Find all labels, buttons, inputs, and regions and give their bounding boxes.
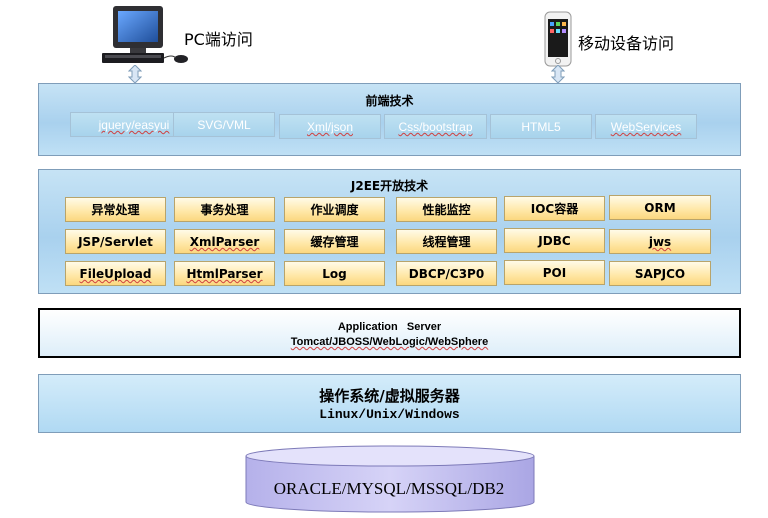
frontend-tech-svg-vml: SVG/VML xyxy=(173,112,275,137)
j2ee-fileupload: FileUpload xyxy=(65,261,166,286)
j2ee-layer: J2EE开放技术 异常处理 事务处理 作业调度 性能监控 IOC容器 ORM J… xyxy=(38,169,741,294)
j2ee-jdbc: JDBC xyxy=(504,228,605,253)
j2ee-exception-handling: 异常处理 xyxy=(65,197,166,222)
j2ee-ioc-container: IOC容器 xyxy=(504,196,605,221)
j2ee-log: Log xyxy=(284,261,385,286)
j2ee-htmlparser: HtmlParser xyxy=(174,261,275,286)
application-server-title: Application Server xyxy=(337,321,442,333)
pc-connector-arrow-icon xyxy=(128,65,142,83)
j2ee-jsp-servlet: JSP/Servlet xyxy=(65,229,166,254)
j2ee-thread-management: 线程管理 xyxy=(396,229,497,254)
j2ee-transaction-handling: 事务处理 xyxy=(174,197,275,222)
j2ee-job-scheduling: 作业调度 xyxy=(284,197,385,222)
os-layer: 操作系统/虚拟服务器 Linux/Unix/Windows xyxy=(38,374,741,433)
j2ee-performance-monitoring: 性能监控 xyxy=(396,197,497,222)
frontend-tech-xml: Xml/json xyxy=(279,114,381,139)
database-label: ORACLE/MYSQL/MSSQL/DB2 xyxy=(273,479,505,498)
mobile-phone-icon xyxy=(544,11,572,67)
pc-access-label: PC端访问 xyxy=(184,30,253,49)
j2ee-jws: jws xyxy=(609,229,711,254)
frontend-layer: 前端技术 jquery/easyui SVG/VML Xml/json Css/… xyxy=(38,83,741,156)
application-server-list: Tomcat/JBOSS/WebLogic/WebSphere xyxy=(290,336,489,348)
frontend-tech-webservices: WebServices xyxy=(595,114,697,139)
frontend-tech-html5: HTML5 xyxy=(490,114,592,139)
j2ee-orm: ORM xyxy=(609,195,711,220)
application-server-layer: Application Server Tomcat/JBOSS/WebLogic… xyxy=(38,308,741,358)
j2ee-poi: POI xyxy=(504,260,605,285)
mobile-connector-arrow-icon xyxy=(551,65,565,83)
j2ee-dbcp-c3p0: DBCP/C3P0 xyxy=(396,261,497,286)
os-title: 操作系统/虚拟服务器 xyxy=(319,387,460,405)
frontend-title: 前端技术 xyxy=(365,94,414,108)
j2ee-cache-management: 缓存管理 xyxy=(284,229,385,254)
frontend-tech-css: Css/bootstrap xyxy=(384,114,487,139)
j2ee-xmlparser: XmlParser xyxy=(174,229,275,254)
pc-computer-icon xyxy=(102,6,188,63)
mobile-access-label: 移动设备访问 xyxy=(578,34,675,53)
os-list: Linux/Unix/Windows xyxy=(319,407,460,422)
j2ee-sapjco: SAPJCO xyxy=(609,261,711,286)
j2ee-title: J2EE开放技术 xyxy=(350,179,429,193)
